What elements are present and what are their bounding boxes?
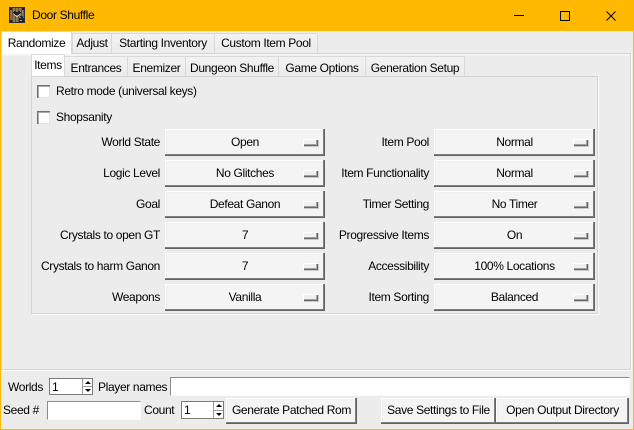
dropdown-indicator	[303, 232, 318, 239]
item-sorting-label: Item Sorting	[369, 284, 430, 311]
accessibility-dropdown[interactable]: 100% Locations	[434, 253, 595, 280]
timer-setting-dropdown[interactable]: No Timer	[434, 191, 595, 218]
crystals-ganon-dropdown[interactable]: 7	[165, 253, 325, 280]
dropdown-indicator	[573, 170, 588, 177]
window-title: Door Shuffle	[32, 0, 94, 31]
dropdown-indicator	[303, 294, 318, 301]
arrow-down-icon	[85, 389, 91, 392]
progressive-items-dropdown[interactable]: On	[434, 222, 595, 249]
count-spin-down[interactable]	[214, 411, 223, 419]
player-names-label: Player names	[98, 380, 167, 394]
arrow-up-icon	[85, 381, 91, 384]
worlds-input[interactable]	[50, 379, 82, 394]
count-label: Count	[144, 403, 174, 417]
goal-dropdown[interactable]: Defeat Ganon	[165, 191, 325, 218]
item-functionality-dropdown[interactable]: Normal	[434, 160, 595, 187]
world-state-label: World State	[101, 129, 160, 156]
tab-items[interactable]: Items	[31, 54, 65, 76]
open-output-directory-button[interactable]: Open Output Directory	[496, 398, 629, 424]
logic-level-label: Logic Level	[103, 160, 160, 187]
app-door-icon	[9, 7, 25, 23]
dropdown-indicator	[303, 139, 318, 146]
minimize-icon	[514, 15, 524, 16]
close-button[interactable]	[588, 0, 634, 31]
generate-patched-rom-button[interactable]: Generate Patched Rom	[226, 398, 357, 424]
window-border-left	[0, 31, 1, 430]
seed-label: Seed #	[3, 403, 39, 417]
dropdown-indicator	[573, 139, 588, 146]
checkbox-icon[interactable]	[37, 111, 50, 124]
shopsanity-checkbox[interactable]: Shopsanity	[37, 110, 112, 124]
arrow-down-icon	[216, 413, 222, 416]
dropdown-indicator	[573, 232, 588, 239]
worlds-spinbox[interactable]	[49, 378, 93, 395]
item-sorting-dropdown[interactable]: Balanced	[434, 284, 595, 311]
dropdown-indicator	[303, 201, 318, 208]
logic-level-dropdown[interactable]: No Glitches	[165, 160, 325, 187]
progressive-items-label: Progressive Items	[339, 222, 429, 249]
close-icon	[606, 11, 616, 21]
tab-starting-inventory[interactable]: Starting Inventory	[111, 33, 215, 53]
goal-label: Goal	[136, 191, 160, 218]
crystals-gt-dropdown[interactable]: 7	[165, 222, 325, 249]
crystals-ganon-label: Crystals to harm Ganon	[41, 253, 160, 280]
dropdown-indicator	[303, 170, 318, 177]
checkbox-icon[interactable]	[37, 85, 50, 98]
tab-entrances[interactable]: Entrances	[64, 56, 128, 76]
shopsanity-label: Shopsanity	[56, 110, 112, 124]
weapons-label: Weapons	[112, 284, 160, 311]
worlds-label: Worlds	[8, 380, 43, 394]
count-spin-up[interactable]	[214, 402, 223, 411]
arrow-up-icon	[216, 404, 222, 407]
tab-generation-setup[interactable]: Generation Setup	[365, 56, 465, 76]
minimize-button[interactable]	[496, 0, 542, 31]
item-functionality-label: Item Functionality	[341, 160, 429, 187]
item-pool-label: Item Pool	[381, 129, 429, 156]
accessibility-label: Accessibility	[368, 253, 429, 280]
world-state-dropdown[interactable]: Open	[165, 129, 325, 156]
save-settings-button[interactable]: Save Settings to File	[381, 398, 496, 424]
tab-game-options[interactable]: Game Options	[278, 56, 366, 76]
dropdown-indicator	[573, 294, 588, 301]
dropdown-indicator	[573, 263, 588, 270]
retro-mode-label: Retro mode (universal keys)	[56, 84, 197, 98]
maximize-button[interactable]	[542, 0, 588, 31]
retro-mode-checkbox[interactable]: Retro mode (universal keys)	[37, 84, 197, 98]
dropdown-indicator	[573, 201, 588, 208]
tab-randomize[interactable]: Randomize	[1, 31, 72, 54]
worlds-spin-down[interactable]	[83, 387, 92, 394]
tab-custom-item-pool[interactable]: Custom Item Pool	[214, 33, 318, 53]
door-shuffle-window: Door Shuffle Randomize Adjust Starting I…	[0, 0, 634, 430]
tab-dungeon-shuffle[interactable]: Dungeon Shuffle	[185, 56, 279, 76]
seed-input[interactable]	[47, 401, 141, 420]
item-pool-dropdown[interactable]: Normal	[434, 129, 595, 156]
timer-setting-label: Timer Setting	[363, 191, 429, 218]
dropdown-indicator	[303, 263, 318, 270]
tab-enemizer[interactable]: Enemizer	[127, 56, 186, 76]
maximize-icon	[560, 11, 570, 21]
worlds-spin-up[interactable]	[83, 379, 92, 387]
crystals-gt-label: Crystals to open GT	[60, 222, 160, 249]
player-names-input[interactable]	[170, 377, 630, 396]
count-input[interactable]	[182, 402, 213, 418]
count-spinbox[interactable]	[181, 401, 224, 419]
weapons-dropdown[interactable]: Vanilla	[165, 284, 325, 311]
tab-adjust[interactable]: Adjust	[72, 33, 112, 53]
title-bar[interactable]: Door Shuffle	[0, 0, 634, 31]
